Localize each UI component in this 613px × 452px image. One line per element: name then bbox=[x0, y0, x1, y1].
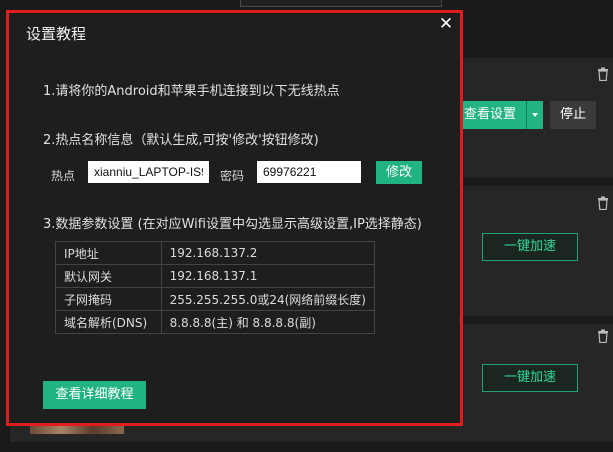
param-value: 192.168.137.1 bbox=[160, 264, 376, 288]
param-key: 域名解析(DNS) bbox=[55, 310, 162, 334]
accelerate-button[interactable]: 一键加速 bbox=[482, 233, 578, 261]
step-2-text: 2.热点名称信息（默认生成,可按'修改'按钮修改) bbox=[43, 133, 319, 148]
param-key: 默认网关 bbox=[55, 264, 162, 288]
dialog-title: 设置教程 bbox=[26, 25, 87, 43]
table-row: 默认网关 192.168.137.1 bbox=[55, 264, 376, 288]
password-label: 密码 bbox=[220, 169, 245, 183]
hotspot-label: 热点 bbox=[51, 169, 76, 183]
view-detailed-tutorial-button[interactable]: 查看详细教程 bbox=[43, 381, 146, 409]
password-input[interactable] bbox=[257, 161, 361, 183]
step-3-text: 3.数据参数设置 (在对应Wifi设置中勾选显示高级设置,IP选择静态) bbox=[43, 217, 422, 232]
top-bar bbox=[240, 0, 442, 7]
modify-button[interactable]: 修改 bbox=[376, 161, 422, 184]
chevron-down-icon[interactable] bbox=[526, 101, 544, 129]
trash-icon[interactable] bbox=[597, 329, 609, 343]
param-key: IP地址 bbox=[55, 241, 162, 265]
hotspot-name-input[interactable] bbox=[88, 161, 209, 183]
param-key: 子网掩码 bbox=[55, 287, 162, 311]
trash-icon[interactable] bbox=[597, 67, 609, 81]
table-row: 域名解析(DNS) 8.8.8.8(主) 和 8.8.8.8(副) bbox=[55, 310, 376, 334]
param-value: 255.255.255.0或24(网络前缀长度) bbox=[160, 287, 376, 311]
accelerate-button[interactable]: 一键加速 bbox=[482, 364, 578, 392]
trash-icon[interactable] bbox=[597, 196, 609, 210]
network-params-table: IP地址 192.168.137.2 默认网关 192.168.137.1 子网… bbox=[55, 241, 376, 334]
stop-button[interactable]: 停止 bbox=[550, 101, 596, 129]
param-value: 192.168.137.2 bbox=[160, 241, 376, 265]
param-value: 8.8.8.8(主) 和 8.8.8.8(副) bbox=[160, 310, 376, 334]
table-row: IP地址 192.168.137.2 bbox=[55, 241, 376, 265]
step-1-text: 1.请将你的Android和苹果手机连接到以下无线热点 bbox=[43, 84, 340, 99]
close-icon[interactable]: ✕ bbox=[438, 16, 454, 33]
table-row: 子网掩码 255.255.255.0或24(网络前缀长度) bbox=[55, 287, 376, 311]
setup-tutorial-dialog: 设置教程 ✕ 1.请将你的Android和苹果手机连接到以下无线热点 2.热点名… bbox=[6, 10, 463, 426]
